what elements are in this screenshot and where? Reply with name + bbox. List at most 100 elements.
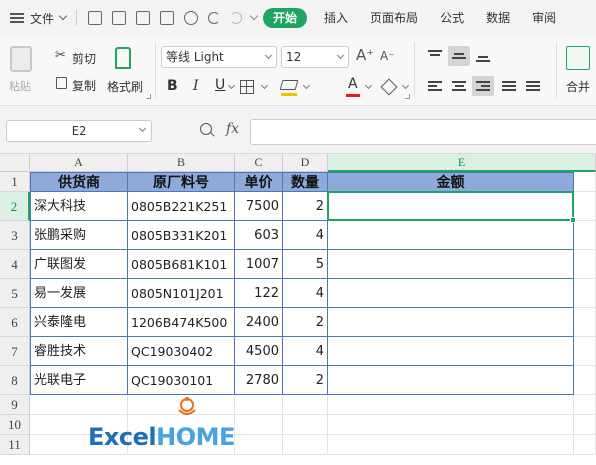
table-cell[interactable]: 深大科技 — [30, 192, 128, 221]
table-cell[interactable]: 2 — [283, 192, 328, 221]
cell[interactable] — [328, 415, 574, 435]
copy-button[interactable]: 复制 — [72, 77, 96, 94]
row-header-8[interactable]: 8 — [0, 366, 30, 395]
spreadsheet-grid[interactable]: A B C D E 1 2 3 4 5 6 7 8 9 10 11 供货商 原厂料号 单价 数量 金额 深大科技 0805B… — [0, 154, 596, 465]
table-header-cell[interactable]: 原厂料号 — [128, 172, 235, 192]
cell[interactable] — [283, 395, 328, 415]
align-bottom-icon[interactable] — [472, 46, 494, 66]
cell[interactable] — [283, 415, 328, 435]
table-cell[interactable]: 1206B474K500 — [128, 308, 235, 337]
cut-button[interactable]: 剪切 — [72, 50, 96, 67]
zoom-icon[interactable] — [200, 123, 212, 135]
cell[interactable] — [574, 366, 596, 395]
table-cell[interactable]: 光联电子 — [30, 366, 128, 395]
table-cell[interactable]: 张鹏采购 — [30, 221, 128, 250]
column-header-d[interactable]: D — [283, 154, 328, 172]
cell[interactable] — [574, 395, 596, 415]
borders-icon[interactable] — [240, 80, 254, 94]
tab-review[interactable]: 审阅 — [521, 8, 567, 28]
cell[interactable] — [328, 435, 574, 455]
row-header-4[interactable]: 4 — [0, 250, 30, 279]
table-cell[interactable]: 广联图发 — [30, 250, 128, 279]
row-header-11[interactable]: 11 — [0, 435, 30, 455]
merge-button[interactable]: 合并 — [566, 78, 590, 95]
row-header-7[interactable]: 7 — [0, 337, 30, 366]
align-middle-icon[interactable] — [448, 46, 470, 66]
table-cell[interactable]: 4500 — [235, 337, 283, 366]
cell[interactable] — [235, 435, 283, 455]
insert-function-button[interactable]: fx — [226, 121, 239, 137]
tab-page-layout[interactable]: 页面布局 — [359, 8, 429, 28]
column-header-c[interactable]: C — [235, 154, 283, 172]
redo-icon[interactable] — [230, 12, 243, 24]
clipboard-dialog-launcher[interactable] — [146, 94, 151, 99]
table-cell[interactable]: 2 — [283, 308, 328, 337]
cell[interactable] — [328, 395, 574, 415]
select-all-corner[interactable] — [0, 154, 30, 172]
cell[interactable] — [235, 395, 283, 415]
row-header-9[interactable]: 9 — [0, 395, 30, 415]
distributed-align-icon[interactable] — [522, 76, 544, 96]
table-header-cell[interactable]: 金额 — [328, 172, 574, 192]
copy-icon[interactable] — [56, 77, 67, 89]
table-cell[interactable]: 0805N101J201 — [128, 279, 235, 308]
cell[interactable] — [30, 395, 128, 415]
paste-icon[interactable] — [10, 46, 32, 72]
cell[interactable] — [574, 192, 596, 221]
table-cell[interactable]: 2780 — [235, 366, 283, 395]
table-cell[interactable]: 2 — [283, 366, 328, 395]
chevron-down-icon[interactable] — [260, 81, 269, 90]
table-cell[interactable]: QC19030101 — [128, 366, 235, 395]
decrease-font-size-icon[interactable]: A⁻ — [380, 49, 395, 63]
table-cell[interactable] — [328, 192, 574, 221]
open-folder-icon[interactable] — [88, 11, 103, 25]
chevron-down-icon[interactable] — [364, 81, 373, 90]
fill-handle[interactable] — [570, 217, 576, 223]
table-cell[interactable]: 2400 — [235, 308, 283, 337]
clear-format-icon[interactable] — [380, 78, 398, 96]
row-header-10[interactable]: 10 — [0, 415, 30, 435]
undo-icon[interactable] — [208, 12, 221, 24]
table-header-cell[interactable]: 单价 — [235, 172, 283, 192]
format-painter-icon[interactable] — [115, 47, 131, 69]
bold-button[interactable]: B — [167, 78, 178, 94]
table-cell[interactable] — [328, 250, 574, 279]
column-header-b[interactable]: B — [128, 154, 235, 172]
tab-formulas[interactable]: 公式 — [429, 8, 475, 28]
table-cell[interactable] — [328, 308, 574, 337]
tab-insert[interactable]: 插入 — [313, 8, 359, 28]
underline-button[interactable]: U — [215, 77, 225, 93]
table-cell[interactable]: 0805B681K101 — [128, 250, 235, 279]
font-size-select[interactable]: 12 — [281, 46, 349, 68]
table-cell[interactable]: 4 — [283, 221, 328, 250]
name-box[interactable]: E2 — [6, 120, 152, 142]
table-cell[interactable] — [328, 366, 574, 395]
table-cell[interactable]: 4 — [283, 337, 328, 366]
format-painter-button[interactable]: 格式刷 — [107, 78, 143, 95]
hamburger-menu-icon[interactable] — [10, 13, 24, 23]
table-header-cell[interactable]: 供货商 — [30, 172, 128, 192]
column-header-a[interactable]: A — [30, 154, 128, 172]
cell[interactable] — [574, 250, 596, 279]
table-cell[interactable] — [328, 279, 574, 308]
row-header-3[interactable]: 3 — [0, 221, 30, 250]
table-cell[interactable]: 0805B331K201 — [128, 221, 235, 250]
export-pdf-icon[interactable] — [136, 11, 151, 25]
cell[interactable] — [574, 172, 596, 192]
row-header-5[interactable]: 5 — [0, 279, 30, 308]
table-cell[interactable] — [328, 337, 574, 366]
align-left-icon[interactable] — [424, 76, 446, 96]
quick-access-more-icon[interactable] — [249, 11, 259, 21]
table-cell[interactable] — [328, 221, 574, 250]
chevron-down-icon[interactable] — [58, 11, 68, 21]
font-name-select[interactable]: 等线 Light — [161, 46, 277, 68]
table-cell[interactable]: 122 — [235, 279, 283, 308]
table-cell[interactable]: 0805B221K251 — [128, 192, 235, 221]
table-cell[interactable]: 7500 — [235, 192, 283, 221]
cell[interactable] — [574, 415, 596, 435]
align-center-icon[interactable] — [448, 76, 470, 96]
font-color-icon[interactable]: A — [348, 76, 358, 92]
increase-font-size-icon[interactable]: A⁺ — [356, 46, 374, 64]
italic-button[interactable]: I — [193, 78, 199, 94]
table-cell[interactable]: 4 — [283, 279, 328, 308]
